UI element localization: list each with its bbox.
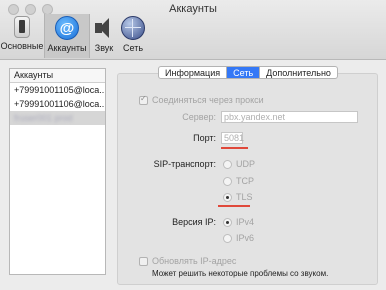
toolbar: Основные @ Аккаунты Звук Сеть bbox=[0, 14, 148, 58]
sip-tls-label: TLS bbox=[236, 192, 253, 202]
globe-icon bbox=[121, 16, 145, 40]
port-annotation-underline bbox=[221, 147, 248, 149]
title-bar: Аккаунты Основные @ Аккаунты Звук Сеть bbox=[0, 0, 386, 60]
sip-tcp-radio[interactable] bbox=[223, 177, 232, 187]
preferences-window: Аккаунты Основные @ Аккаунты Звук Сеть А… bbox=[0, 0, 386, 290]
toolbar-sound-label: Звук bbox=[94, 43, 114, 53]
account-item-label: fruser001 prod bbox=[14, 113, 73, 123]
server-input[interactable]: pbx.yandex.net bbox=[221, 111, 358, 123]
toolbar-accounts-label: Аккаунты bbox=[47, 43, 87, 53]
ipv4-option[interactable]: IPv4 bbox=[223, 217, 255, 228]
proxy-checkbox-row[interactable]: Соединяться через прокси bbox=[139, 94, 264, 106]
toolbar-sound-button[interactable]: Звук bbox=[90, 14, 118, 58]
account-item[interactable]: +79991001105@loca... bbox=[10, 83, 105, 97]
sip-tls-option[interactable]: TLS bbox=[223, 192, 253, 203]
sip-tls-radio[interactable] bbox=[223, 193, 232, 203]
tab-info[interactable]: Информация bbox=[159, 67, 228, 78]
tab-network[interactable]: Сеть bbox=[227, 67, 261, 78]
sip-transport-label: SIP-транспорт: bbox=[153, 159, 216, 169]
update-ip-hint: Может решить некоторые проблемы со звуко… bbox=[152, 269, 329, 278]
settings-tabs: Информация Сеть Дополнительно bbox=[158, 66, 338, 79]
toolbar-general-button[interactable]: Основные bbox=[0, 14, 44, 58]
proxy-checkbox-label: Соединяться через прокси bbox=[152, 95, 264, 105]
speaker-icon bbox=[93, 16, 115, 40]
ipv6-label: IPv6 bbox=[236, 233, 255, 243]
general-switch-icon bbox=[14, 16, 30, 38]
toolbar-network-label: Сеть bbox=[122, 43, 144, 53]
server-label: Сервер: bbox=[182, 112, 216, 122]
at-sign-icon: @ bbox=[55, 16, 79, 40]
toolbar-general-label: Основные bbox=[0, 41, 44, 51]
update-ip-checkbox[interactable] bbox=[139, 257, 148, 267]
toolbar-accounts-button[interactable]: @ Аккаунты bbox=[44, 14, 90, 58]
ipv6-radio[interactable] bbox=[223, 234, 232, 244]
account-item[interactable]: +79991001106@loca... bbox=[10, 97, 105, 111]
accounts-list[interactable]: Аккаунты +79991001105@loca... +799910011… bbox=[9, 68, 106, 275]
port-input[interactable]: 5081 bbox=[221, 132, 244, 144]
sip-udp-option[interactable]: UDP bbox=[223, 159, 256, 170]
port-label: Порт: bbox=[193, 133, 216, 143]
sip-tcp-option[interactable]: TCP bbox=[223, 176, 254, 187]
sip-tcp-label: TCP bbox=[236, 176, 254, 186]
sip-udp-radio[interactable] bbox=[223, 160, 232, 170]
accounts-list-header: Аккаунты bbox=[10, 69, 105, 83]
tab-advanced[interactable]: Дополнительно bbox=[260, 67, 337, 78]
tls-annotation-underline bbox=[218, 205, 250, 207]
toolbar-network-button[interactable]: Сеть bbox=[118, 14, 148, 58]
account-item-selected[interactable]: fruser001 prod bbox=[10, 111, 105, 125]
proxy-checkbox[interactable] bbox=[139, 94, 148, 106]
ipv6-option[interactable]: IPv6 bbox=[223, 233, 255, 244]
update-ip-label: Обновлять IP-адрес bbox=[152, 256, 237, 266]
ipv4-label: IPv4 bbox=[236, 217, 255, 227]
update-ip-checkbox-row[interactable]: Обновлять IP-адрес bbox=[139, 256, 237, 267]
ipv4-radio[interactable] bbox=[223, 218, 232, 228]
ip-version-label: Версия IP: bbox=[172, 217, 216, 227]
sip-udp-label: UDP bbox=[236, 159, 256, 169]
